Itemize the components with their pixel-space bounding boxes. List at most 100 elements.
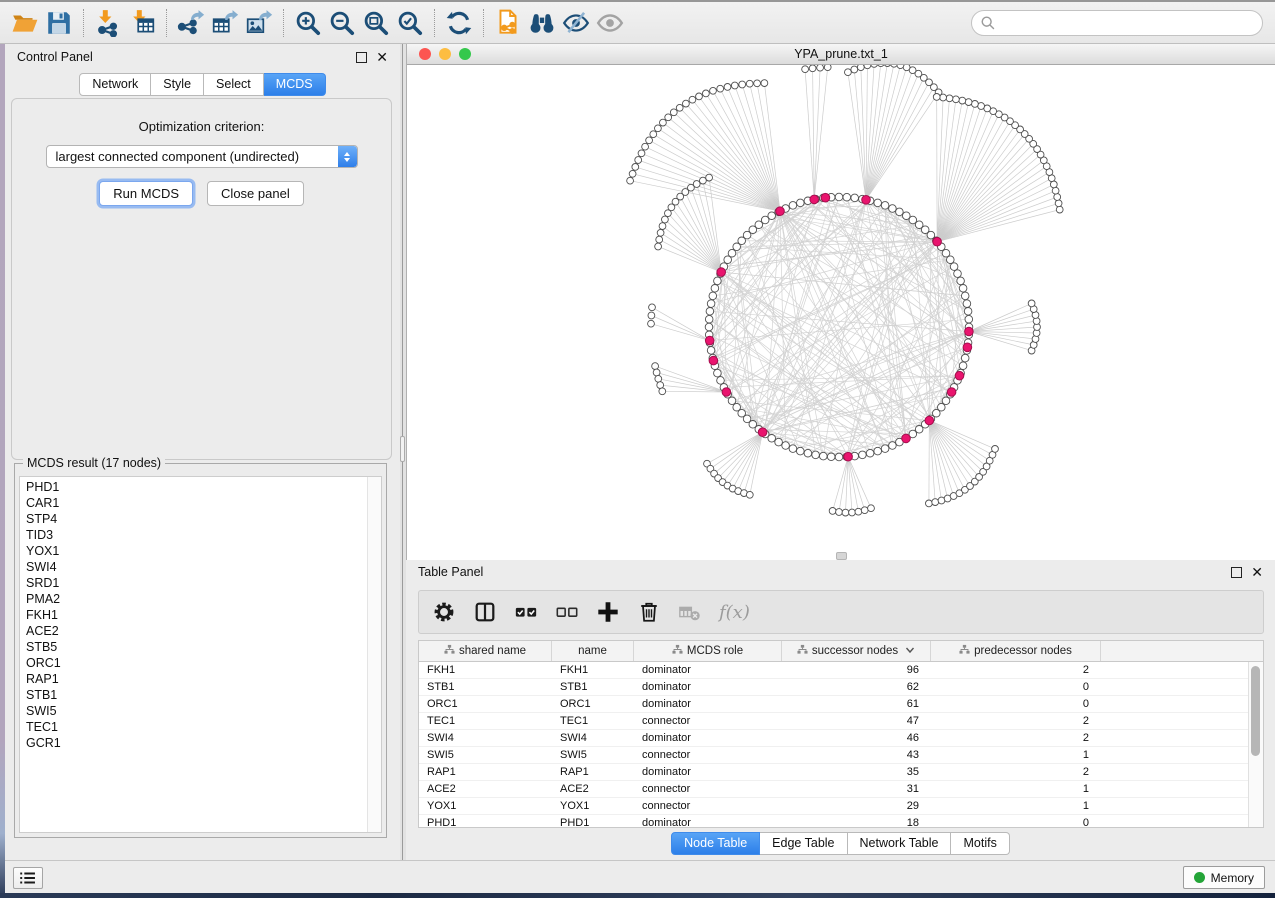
- zoom-fit-content-button[interactable]: [359, 5, 393, 41]
- mcds-result-item[interactable]: YOX1: [26, 543, 381, 559]
- import-network-from-file-icon: [94, 9, 122, 37]
- maximize-window-button[interactable]: [459, 48, 471, 60]
- table-row[interactable]: RAP1RAP1dominator352: [419, 764, 1263, 781]
- table-row[interactable]: ACE2ACE2connector311: [419, 781, 1263, 798]
- minimize-window-button[interactable]: [439, 48, 451, 60]
- network-window-titlebar: YPA_prune.txt_1: [407, 44, 1275, 65]
- row-filler: [1101, 747, 1263, 763]
- table-scrollbar[interactable]: [1248, 662, 1263, 827]
- tab-select[interactable]: Select: [204, 73, 264, 96]
- mcds-result-item[interactable]: STB1: [26, 687, 381, 703]
- clone-network-button[interactable]: [491, 5, 525, 41]
- mcds-result-item[interactable]: PHD1: [26, 479, 381, 495]
- splitter-handle[interactable]: [400, 436, 405, 462]
- mcds-result-item[interactable]: TID3: [26, 527, 381, 543]
- mcds-result-item[interactable]: RAP1: [26, 671, 381, 687]
- find-button[interactable]: [525, 5, 559, 41]
- export-table-button[interactable]: [208, 5, 242, 41]
- tab-motifs[interactable]: Motifs: [951, 832, 1009, 855]
- optimization-criterion-select[interactable]: largest connected component (undirected): [46, 145, 358, 168]
- mcds-result-item[interactable]: STB5: [26, 639, 381, 655]
- import-network-from-file-button[interactable]: [91, 5, 125, 41]
- apply-preferred-layout-icon: [445, 9, 473, 37]
- show-hide-graphics-details-button[interactable]: [559, 5, 593, 41]
- create-column-button[interactable]: [596, 600, 620, 624]
- column-header-mcds-role[interactable]: MCDS role: [634, 641, 782, 661]
- table-row[interactable]: STB1STB1dominator620: [419, 679, 1263, 696]
- table-header-row: shared namenameMCDS rolesuccessor nodesp…: [419, 641, 1263, 662]
- table-row[interactable]: PHD1PHD1dominator180: [419, 815, 1263, 828]
- select-all-columns-button[interactable]: [514, 600, 538, 624]
- close-panel-icon[interactable]: ✕: [376, 51, 388, 63]
- column-header-successor-nodes[interactable]: successor nodes: [782, 641, 931, 661]
- table-cell: connector: [634, 713, 782, 729]
- mcds-result-item[interactable]: SWI4: [26, 559, 381, 575]
- table-row[interactable]: SWI5SWI5connector431: [419, 747, 1263, 764]
- table-panel-tabs: Node TableEdge TableNetwork TableMotifs: [406, 832, 1275, 855]
- column-header-predecessor-nodes[interactable]: predecessor nodes: [931, 641, 1101, 661]
- close-table-panel-icon[interactable]: ✕: [1251, 566, 1263, 578]
- tab-edge-table[interactable]: Edge Table: [760, 832, 847, 855]
- column-header-shared-name[interactable]: shared name: [419, 641, 552, 661]
- table-panel-titlebar: Table Panel ✕: [406, 560, 1275, 584]
- mcds-result-item[interactable]: STP4: [26, 511, 381, 527]
- network-graph[interactable]: [407, 65, 1275, 561]
- table-scrollbar-thumb[interactable]: [1251, 666, 1260, 756]
- mcds-list-scrollbar[interactable]: [367, 477, 381, 832]
- float-table-panel-icon[interactable]: [1231, 567, 1242, 578]
- canvas-splitter-handle[interactable]: [836, 552, 847, 560]
- show-hide-columns-button[interactable]: [473, 600, 497, 624]
- tab-network-table[interactable]: Network Table: [848, 832, 952, 855]
- table-row[interactable]: ORC1ORC1dominator610: [419, 696, 1263, 713]
- list-icon: [19, 871, 37, 885]
- table-cell: 43: [782, 747, 931, 763]
- zoom-selected-region-button[interactable]: [393, 5, 427, 41]
- mcds-result-item[interactable]: FKH1: [26, 607, 381, 623]
- show-panels-button[interactable]: [13, 867, 43, 889]
- import-table-from-file-button[interactable]: [125, 5, 159, 41]
- table-cell: ACE2: [552, 781, 634, 797]
- table-cell: 0: [931, 696, 1101, 712]
- table-options-button[interactable]: [432, 600, 456, 624]
- save-session-button[interactable]: [42, 5, 76, 41]
- toolbar-separator: [283, 9, 284, 37]
- export-image-button[interactable]: [242, 5, 276, 41]
- column-header-name[interactable]: name: [552, 641, 634, 661]
- mcds-result-item[interactable]: CAR1: [26, 495, 381, 511]
- zoom-in-button[interactable]: [291, 5, 325, 41]
- table-row[interactable]: YOX1YOX1connector291: [419, 798, 1263, 815]
- tab-network[interactable]: Network: [79, 73, 151, 96]
- table-row[interactable]: TEC1TEC1connector472: [419, 713, 1263, 730]
- search-input[interactable]: [996, 12, 1262, 34]
- table-row[interactable]: FKH1FKH1dominator962: [419, 662, 1263, 679]
- export-network-icon: [177, 9, 205, 37]
- apply-preferred-layout-button[interactable]: [442, 5, 476, 41]
- mcds-result-item[interactable]: TEC1: [26, 719, 381, 735]
- table-cell: 2: [931, 662, 1101, 678]
- memory-button[interactable]: Memory: [1183, 866, 1265, 889]
- float-panel-icon[interactable]: [356, 52, 367, 63]
- unselect-all-columns-button[interactable]: [555, 600, 579, 624]
- memory-status-icon: [1194, 872, 1205, 883]
- export-network-button[interactable]: [174, 5, 208, 41]
- toolbar-separator: [434, 9, 435, 37]
- mcds-result-item[interactable]: PMA2: [26, 591, 381, 607]
- mcds-result-item[interactable]: SRD1: [26, 575, 381, 591]
- table-cell: TEC1: [552, 713, 634, 729]
- mcds-result-item[interactable]: GCR1: [26, 735, 381, 751]
- tab-mcds[interactable]: MCDS: [264, 73, 326, 96]
- zoom-out-button[interactable]: [325, 5, 359, 41]
- mcds-result-item[interactable]: ACE2: [26, 623, 381, 639]
- close-window-button[interactable]: [419, 48, 431, 60]
- mcds-result-item[interactable]: ORC1: [26, 655, 381, 671]
- table-cell: dominator: [634, 730, 782, 746]
- mcds-result-item[interactable]: SWI5: [26, 703, 381, 719]
- tab-node-table[interactable]: Node Table: [671, 832, 760, 855]
- table-row[interactable]: SWI4SWI4dominator462: [419, 730, 1263, 747]
- tab-style[interactable]: Style: [151, 73, 204, 96]
- network-canvas[interactable]: [407, 65, 1275, 561]
- open-file-button[interactable]: [8, 5, 42, 41]
- run-mcds-button[interactable]: Run MCDS: [99, 181, 193, 206]
- delete-columns-button[interactable]: [637, 600, 661, 624]
- close-panel-button[interactable]: Close panel: [207, 181, 304, 206]
